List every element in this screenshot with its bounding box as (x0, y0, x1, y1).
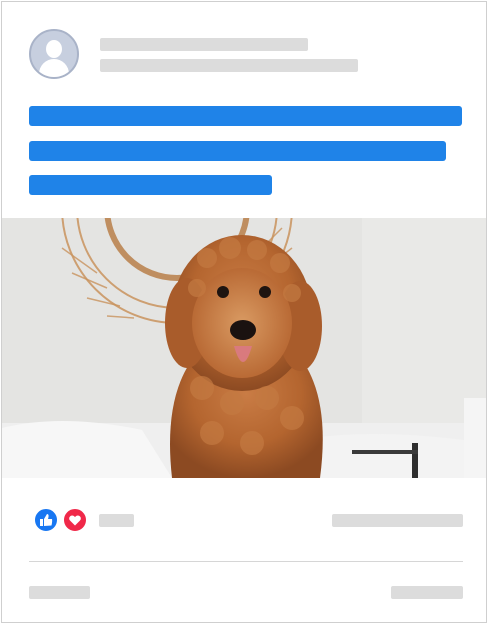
reaction-count-placeholder[interactable] (99, 514, 134, 527)
share-action-placeholder[interactable] (391, 586, 463, 599)
post-card (1, 1, 487, 623)
post-text-line-2 (29, 141, 446, 161)
post-text-line-1 (29, 106, 462, 126)
love-reaction[interactable] (62, 507, 88, 533)
dog-photo (2, 218, 486, 478)
heart-icon (69, 515, 81, 526)
author-avatar[interactable] (29, 29, 79, 79)
author-name-placeholder[interactable] (100, 38, 308, 51)
post-image[interactable] (2, 218, 486, 478)
avatar-head (46, 40, 62, 58)
like-icon (40, 514, 53, 526)
like-action-placeholder[interactable] (29, 586, 90, 599)
avatar-body (39, 59, 69, 77)
post-text-line-3 (29, 175, 272, 195)
post-meta-placeholder (100, 59, 358, 72)
actions-divider (29, 561, 463, 562)
comments-count-placeholder[interactable] (332, 514, 463, 527)
like-reaction[interactable] (33, 507, 59, 533)
